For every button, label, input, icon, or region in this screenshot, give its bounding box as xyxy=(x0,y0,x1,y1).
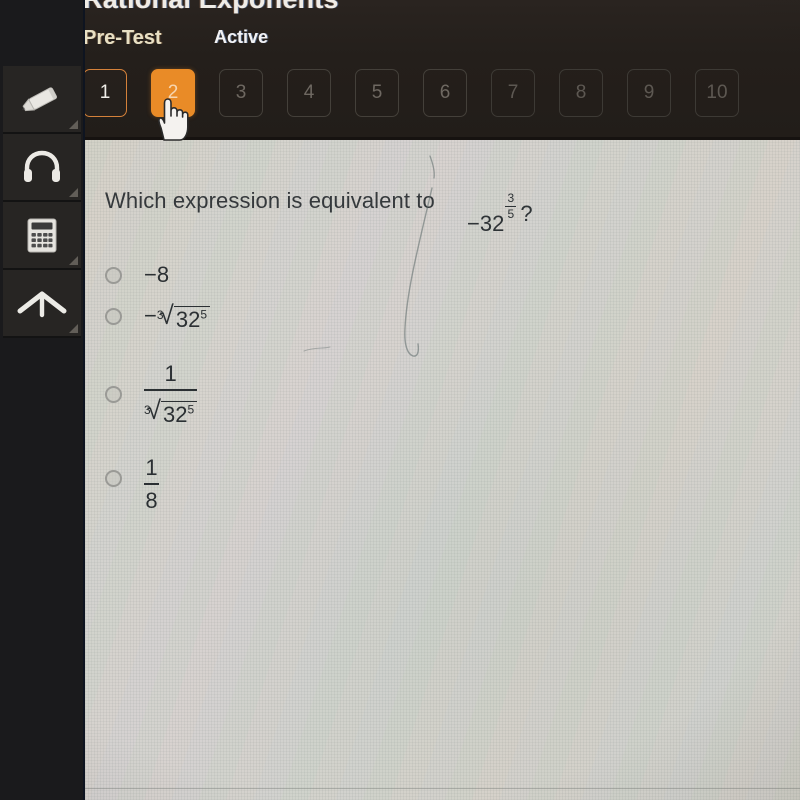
pretest-label: Pre-Test xyxy=(83,27,162,49)
answer-option-d[interactable]: 1 8 xyxy=(105,455,159,514)
screen-photo: Rational Exponents Pre-Test Active 1 2 3 4 5… xyxy=(0,0,800,800)
question-button-label: 2 xyxy=(167,82,179,103)
pen-scratch-mark xyxy=(404,155,435,357)
option-c-fraction-bar xyxy=(144,389,198,392)
pen-scratch-mark-secondary xyxy=(303,346,331,352)
option-b-radicand-exponent: 5 xyxy=(200,307,207,322)
option-c-radical-index: 3 xyxy=(144,403,151,418)
question-mark: ? xyxy=(520,200,533,226)
status-badge: Active xyxy=(214,27,269,47)
option-b-radicand: 325 xyxy=(173,306,210,332)
question-button-2[interactable]: 2 xyxy=(151,69,195,117)
tool-corner-indicator xyxy=(69,256,78,265)
question-button-4[interactable]: 4 xyxy=(287,69,331,117)
question-button-7[interactable]: 7 xyxy=(491,69,535,117)
pencil-icon xyxy=(22,87,57,112)
question-prompt: Which expression is equivalent to xyxy=(105,188,435,213)
radio-button-c[interactable] xyxy=(105,386,122,403)
test-header: Rational Exponents Pre-Test Active 1 2 3 4 5… xyxy=(0,0,800,141)
question-button-label: 9 xyxy=(643,82,655,103)
tool-corner-indicator xyxy=(69,120,78,129)
option-d-fraction-bar xyxy=(144,483,159,486)
expression-base: −32 xyxy=(467,210,505,236)
chevron-up-icon xyxy=(17,291,67,318)
exponent-denominator: 5 xyxy=(507,207,515,222)
option-c-radicand: 325 xyxy=(160,401,198,428)
question-pager[interactable]: 1 2 3 4 5 6 7 8 9 10 xyxy=(83,69,763,117)
question-button-label: 3 xyxy=(235,82,247,103)
calculator-icon xyxy=(27,218,57,253)
calculator-tool[interactable] xyxy=(3,202,81,270)
question-content-area: Which expression is equivalent to −32 3 … xyxy=(85,140,800,800)
radio-button-b[interactable] xyxy=(105,308,122,325)
tool-corner-indicator xyxy=(69,188,78,197)
option-c-denominator: 3 √ 325 xyxy=(144,395,198,428)
answer-option-a[interactable]: −8 xyxy=(105,264,169,286)
option-d-numerator: 1 xyxy=(145,455,158,480)
question-expression: −32 3 5 ? xyxy=(467,192,533,235)
option-c-radicand-exponent: 5 xyxy=(187,402,195,417)
option-a-text: −8 xyxy=(144,262,170,287)
page-title: Rational Exponents xyxy=(83,0,339,15)
content-bottom-divider xyxy=(85,788,800,789)
tool-rail xyxy=(0,0,85,800)
question-button-label: 7 xyxy=(507,82,519,103)
exponent-numerator: 3 xyxy=(507,191,515,205)
question-button-label: 4 xyxy=(303,82,315,103)
question-button-label: 5 xyxy=(371,82,383,103)
option-c-expression: 1 3 √ 325 xyxy=(144,361,198,428)
radical-expression-c: 3 √ 325 xyxy=(144,397,198,428)
headphones-icon xyxy=(24,150,60,182)
radio-button-a[interactable] xyxy=(105,267,122,284)
test-subbar: Pre-Test Active xyxy=(83,27,268,53)
question-button-10[interactable]: 10 xyxy=(695,69,739,117)
question-button-label: 1 xyxy=(99,82,111,103)
question-button-3[interactable]: 3 xyxy=(219,69,263,117)
question-button-5[interactable]: 5 xyxy=(355,69,399,117)
option-b-radical-index: 3 xyxy=(156,308,164,322)
option-d-denominator: 8 xyxy=(145,488,158,514)
question-button-label: 6 xyxy=(439,82,451,103)
option-d-expression: 1 8 xyxy=(144,455,159,514)
fraction-over-radical-c: 1 3 √ 325 xyxy=(144,361,198,428)
question-button-9[interactable]: 9 xyxy=(627,69,671,117)
tool-list xyxy=(3,66,81,338)
question-button-label: 10 xyxy=(706,82,728,103)
question-button-6[interactable]: 6 xyxy=(423,69,467,117)
expression-exponent-fraction: 3 5 xyxy=(505,191,517,222)
fraction-d: 1 8 xyxy=(144,455,159,514)
question-button-8[interactable]: 8 xyxy=(559,69,603,117)
option-b-radicand-base: 32 xyxy=(175,307,201,332)
tool-corner-indicator xyxy=(69,324,78,333)
option-c-numerator: 1 xyxy=(164,361,177,386)
question-button-label: 8 xyxy=(575,82,587,103)
radical-expression-b: − 3 √ 325 xyxy=(144,302,210,332)
answer-option-c[interactable]: 1 3 √ 325 xyxy=(105,361,198,428)
reference-tool[interactable] xyxy=(3,270,81,338)
highlighter-tool[interactable] xyxy=(3,66,81,134)
radio-button-d[interactable] xyxy=(105,470,122,487)
answer-option-b[interactable]: − 3 √ 325 xyxy=(105,302,210,332)
read-aloud-tool[interactable] xyxy=(3,134,81,202)
option-c-radicand-base: 32 xyxy=(162,402,188,428)
question-button-1[interactable]: 1 xyxy=(83,69,127,117)
option-b-expression: − 3 √ 325 xyxy=(144,302,210,332)
option-b-sign: − xyxy=(144,303,157,328)
